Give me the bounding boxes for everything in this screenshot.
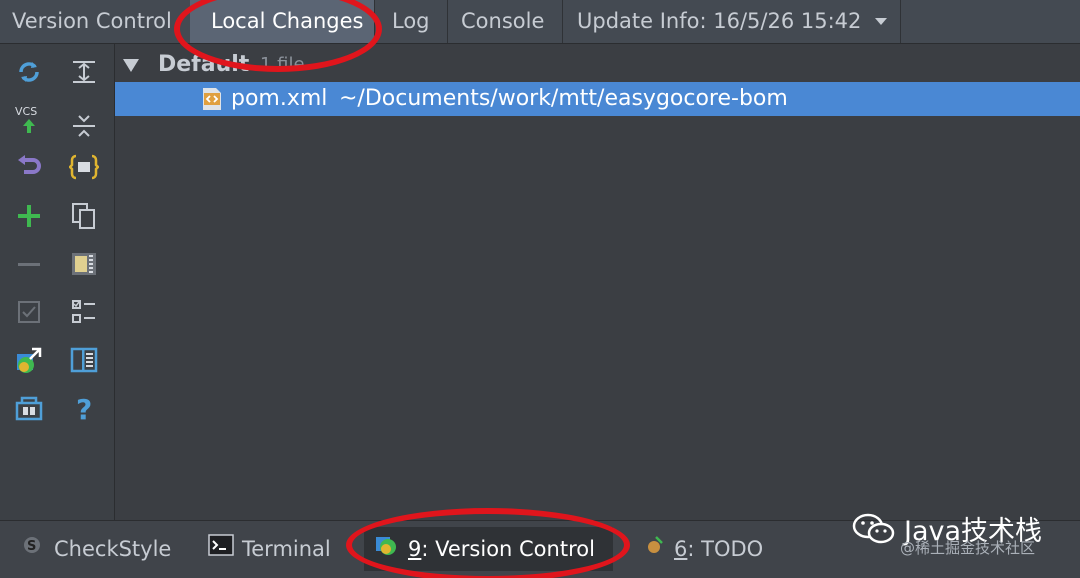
tab-local-changes[interactable]: Local Changes (190, 0, 375, 43)
add-icon[interactable] (11, 198, 47, 234)
left-toolbar: VCS ? (0, 44, 115, 520)
changed-file-row[interactable]: pom.xml ~/Documents/work/mtt/easygocore-… (115, 82, 1080, 116)
local-changes-panel: Default 1 file pom.xml ~/Documents/work/… (115, 44, 1080, 520)
todo-icon (646, 530, 666, 570)
select-icon[interactable] (66, 294, 102, 330)
triangle-down-icon[interactable] (123, 59, 139, 72)
tab-version-control[interactable]: 9: Version Control (364, 527, 613, 571)
top-tab-bar: Version Control Local Changes Log Consol… (0, 0, 1080, 44)
preview-icon[interactable] (66, 342, 102, 378)
tab-terminal-label: Terminal (242, 537, 331, 561)
copy-icon[interactable] (66, 198, 102, 234)
watermark-site: @稀土掘金技术社区 (900, 539, 1036, 557)
terminal-icon (208, 530, 234, 570)
tab-checkstyle-label: CheckStyle (54, 537, 172, 561)
diff-icon[interactable] (66, 246, 102, 282)
vcs-commit-icon[interactable]: VCS (11, 101, 47, 137)
changelist-group-row[interactable]: Default 1 file (115, 48, 1080, 82)
remove-icon[interactable] (11, 246, 47, 282)
group-by-icon[interactable] (66, 149, 102, 185)
tab-version-control-label: : Version Control (421, 537, 595, 561)
changelist-name: Default (158, 52, 250, 77)
checkbox-icon[interactable] (11, 294, 47, 330)
tab-checkstyle[interactable]: S CheckStyle (22, 529, 171, 569)
collapse-all-icon[interactable] (66, 108, 102, 144)
version-control-icon (374, 528, 400, 572)
file-path: ~/Documents/work/mtt/easygocore-bom (339, 86, 788, 111)
file-name: pom.xml (231, 86, 328, 111)
tab-log[interactable]: Log (376, 0, 448, 43)
tab-console[interactable]: Console (448, 0, 563, 43)
tab-version-control-title: Version Control (12, 9, 172, 33)
expand-all-icon[interactable] (66, 54, 102, 90)
tab-todo-shortcut: 6 (674, 537, 688, 561)
rollback-icon[interactable] (11, 149, 47, 185)
changelist-icon[interactable] (11, 390, 47, 426)
tab-version-control-shortcut: 9 (408, 537, 422, 561)
svg-text:?: ? (76, 393, 92, 423)
tab-update-info[interactable]: Update Info: 16/5/26 15:42 (563, 0, 901, 43)
move-to-changelist-icon[interactable] (11, 342, 47, 378)
checkstyle-icon: S (22, 530, 46, 570)
tab-todo[interactable]: 6: TODO (646, 529, 763, 569)
xml-file-icon (201, 87, 223, 111)
svg-text:VCS: VCS (15, 105, 37, 118)
tab-update-info-label: Update Info: 16/5/26 15:42 (577, 9, 862, 33)
help-icon[interactable]: ? (66, 390, 102, 426)
chevron-down-icon[interactable] (875, 18, 887, 25)
ide-window: Version Control Local Changes Log Consol… (0, 0, 1080, 578)
refresh-icon[interactable] (11, 54, 47, 90)
changelist-file-count: 1 file (260, 54, 305, 75)
tab-terminal[interactable]: Terminal (208, 529, 331, 569)
wechat-icon (852, 512, 896, 553)
svg-text:S: S (27, 539, 36, 554)
tab-todo-label: : TODO (687, 537, 764, 561)
